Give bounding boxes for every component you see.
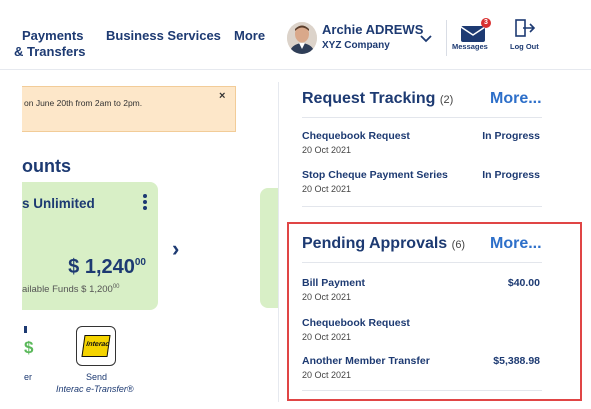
nav-more[interactable]: More: [234, 28, 265, 44]
quick-action-fragment: [24, 326, 27, 333]
account-balance-value: $ 1,240: [68, 256, 135, 278]
logout-icon: [515, 19, 536, 37]
request-tracking-count: (2): [439, 94, 454, 106]
column-divider: [278, 82, 279, 402]
divider: [302, 117, 542, 118]
request-item-title: Chequebook Request: [302, 130, 410, 142]
header-divider: [446, 20, 447, 56]
interac-logo-text: Interac: [85, 341, 110, 348]
available-funds-cents: 00: [112, 284, 120, 290]
messages-label[interactable]: Messages: [452, 42, 488, 51]
interac-logo-icon: Interac: [81, 335, 111, 357]
request-item-date: 20 Oct 2021: [302, 145, 352, 155]
account-balance-cents: 00: [134, 257, 146, 268]
divider: [302, 206, 542, 207]
available-funds-value: ailable Funds $ 1,200: [22, 284, 113, 296]
account-name: s Unlimited: [22, 196, 95, 211]
nav-payments-line1: Payments: [22, 28, 84, 43]
top-nav-bar: Payments & Transfers Business Services M…: [0, 0, 591, 70]
request-tracking-more-link[interactable]: More...: [490, 90, 542, 108]
request-item-status: In Progress: [482, 169, 540, 181]
avatar[interactable]: [287, 22, 317, 54]
account-balance: $ 1,24000: [68, 256, 146, 279]
chevron-down-icon[interactable]: [420, 30, 432, 48]
dollar-icon[interactable]: $: [24, 338, 33, 358]
logout-label[interactable]: Log Out: [510, 42, 539, 51]
nav-payments-transfers[interactable]: Payments & Transfers: [14, 28, 86, 60]
account-card-next[interactable]: [260, 188, 278, 308]
interac-etransfer-button[interactable]: Interac: [76, 326, 116, 366]
request-item-title: Stop Cheque Payment Series: [302, 169, 448, 181]
nav-business-services[interactable]: Business Services: [106, 28, 221, 44]
account-card[interactable]: s Unlimited $ 1,24000 ailable Funds $ 1,…: [22, 182, 158, 310]
carousel-next-icon[interactable]: ›: [172, 236, 179, 262]
request-tracking-title: Request Tracking (2): [302, 90, 453, 108]
kebab-menu-icon[interactable]: [140, 192, 150, 214]
avatar-image: [287, 22, 317, 54]
user-company: XYZ Company: [322, 40, 390, 51]
send-label[interactable]: Send: [86, 372, 107, 382]
request-item-status: In Progress: [482, 130, 540, 142]
close-icon[interactable]: ×: [219, 90, 225, 102]
nav-payments-line2: & Transfers: [14, 44, 86, 59]
maintenance-banner: on June 20th from 2am to 2pm. ×: [22, 86, 236, 132]
user-name[interactable]: Archie ADREWS: [322, 22, 423, 37]
pending-approvals-highlight: [287, 222, 582, 401]
interac-etransfer-label[interactable]: Interac e-Transfer®: [56, 384, 134, 394]
request-item-date: 20 Oct 2021: [302, 184, 352, 194]
quick-action-partial-label: er: [24, 372, 33, 382]
banner-text: on June 20th from 2am to 2pm.: [24, 98, 143, 108]
logout-button[interactable]: [506, 18, 542, 58]
available-funds: ailable Funds $ 1,20000: [22, 284, 120, 295]
accounts-title: ounts: [22, 156, 71, 176]
messages-badge: 3: [481, 18, 491, 28]
request-tracking-title-text: Request Tracking: [302, 90, 436, 107]
